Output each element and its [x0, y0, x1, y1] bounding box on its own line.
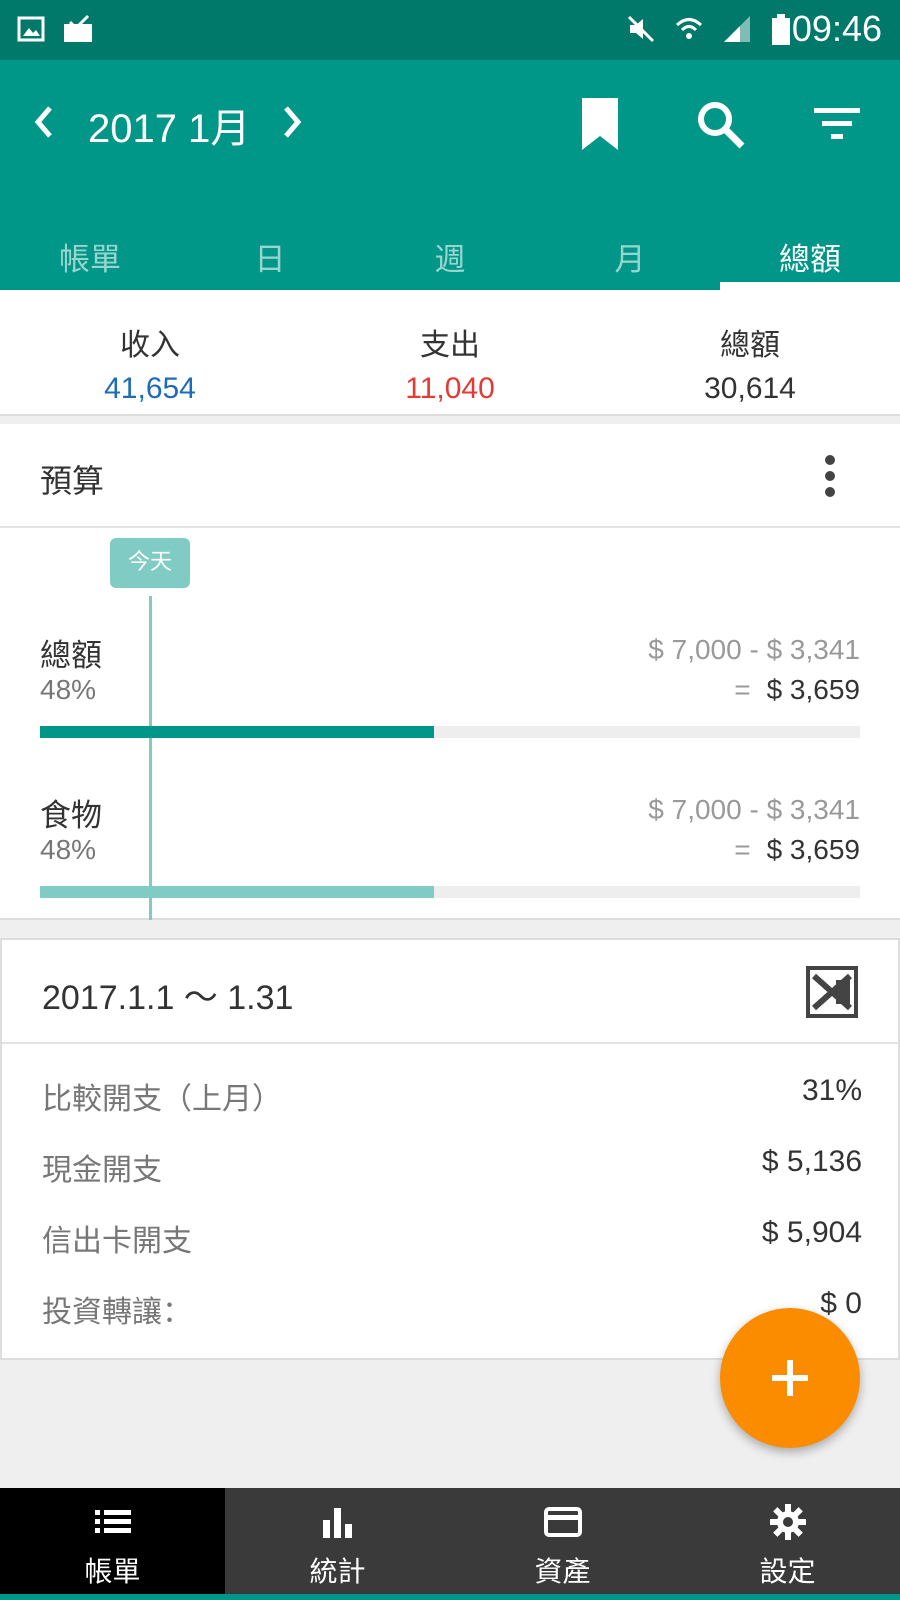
- budget-item-result: $ 3,659: [766, 834, 860, 865]
- nav-label: 設定: [759, 1555, 816, 1588]
- budget-item-percent: 48%: [40, 834, 97, 865]
- add-transaction-button[interactable]: [720, 1308, 860, 1448]
- tab-total[interactable]: 總額: [720, 230, 900, 292]
- budget-progress-track: [40, 726, 860, 738]
- today-badge: 今天: [110, 538, 190, 588]
- equals-sign: =: [734, 674, 751, 705]
- budget-item-name: 總額: [40, 638, 102, 674]
- budget-title: 預算: [40, 462, 105, 500]
- bar-chart-icon: [322, 1508, 352, 1538]
- nav-accent-strip: [225, 1594, 900, 1600]
- mail-check-icon: [62, 14, 92, 44]
- period-stats-card: 2017.1.1 ～ 1.31 比較開支（上月） 31% 現金開支 $ 5,13…: [0, 938, 900, 1360]
- tab-day[interactable]: 日: [180, 230, 360, 290]
- tab-week[interactable]: 週: [360, 230, 540, 290]
- nav-stats[interactable]: 統計: [225, 1488, 450, 1600]
- mute-icon: [626, 14, 656, 44]
- wifi-icon: [674, 14, 704, 44]
- status-bar: 09:46: [0, 0, 900, 60]
- budget-item-percent: 48%: [40, 674, 97, 705]
- tab-bar: 帳單 日 週 月 總額: [0, 230, 900, 292]
- budget-item-result-line: = $ 3,659: [734, 834, 860, 866]
- nav-settings[interactable]: 設定: [675, 1488, 900, 1600]
- nav-label: 資產: [534, 1555, 591, 1588]
- stat-value: 31%: [801, 1074, 862, 1107]
- stat-label: 現金開支: [42, 1153, 162, 1188]
- search-icon: [698, 102, 745, 149]
- budget-header: 預算: [0, 424, 900, 528]
- budget-progress-fill: [40, 726, 434, 738]
- summary-panel: 收入 41,654 支出 11,040 總額 30,614: [0, 290, 900, 416]
- gallery-icon: [16, 14, 46, 44]
- total-summary: 總額 30,614: [600, 290, 900, 414]
- list-icon: [94, 1510, 131, 1533]
- budget-progress-track: [40, 886, 860, 898]
- stat-value: $ 5,904: [761, 1216, 862, 1249]
- filter-icon: [814, 108, 860, 139]
- tab-bills[interactable]: 帳單: [0, 230, 180, 290]
- stat-row-cash: 現金開支 $ 5,136: [42, 1145, 862, 1188]
- nav-bills[interactable]: 帳單: [0, 1488, 225, 1600]
- bookmark-icon: [582, 98, 618, 150]
- bookmark-button[interactable]: [578, 96, 622, 152]
- expense-summary: 支出 11,040: [300, 290, 600, 414]
- budget-progress-fill: [40, 886, 434, 898]
- total-value: 30,614: [704, 372, 796, 405]
- stat-value: $ 5,136: [761, 1145, 862, 1178]
- card-icon: [543, 1507, 582, 1537]
- tab-month[interactable]: 月: [540, 230, 720, 290]
- clock: 09:46: [791, 8, 882, 49]
- export-excel-button[interactable]: [806, 966, 858, 1018]
- search-button[interactable]: [694, 98, 746, 150]
- stat-row-transfer: 投資轉讓： $ 0: [42, 1287, 862, 1330]
- budget-card: 預算 今天 總額 48% $ 7,000 - $ 3,341 = $ 3,659 …: [0, 424, 900, 920]
- budget-item-calc: $ 7,000 - $ 3,341: [648, 634, 860, 665]
- stat-label: 投資轉讓：: [42, 1295, 192, 1330]
- today-marker-line: [149, 596, 152, 920]
- period-header: 2017.1.1 ～ 1.31: [2, 940, 898, 1044]
- previous-month-button[interactable]: [26, 100, 66, 144]
- income-value: 41,654: [104, 372, 196, 405]
- month-title[interactable]: 2017 1月: [88, 96, 250, 154]
- chevron-left-icon: [34, 106, 52, 138]
- next-month-button[interactable]: [272, 100, 312, 144]
- nav-assets[interactable]: 資產: [450, 1488, 675, 1600]
- signal-icon: [722, 14, 752, 44]
- stat-label: 信出卡開支: [42, 1224, 192, 1259]
- income-label: 收入: [120, 328, 180, 363]
- equals-sign: =: [734, 834, 751, 865]
- income-summary: 收入 41,654: [0, 290, 300, 414]
- excel-icon: [806, 966, 858, 1018]
- more-options-button[interactable]: [820, 454, 840, 498]
- stat-label: 比較開支（上月）: [42, 1082, 282, 1117]
- expense-value: 11,040: [405, 372, 495, 405]
- period-range: 2017.1.1 ～ 1.31: [42, 979, 294, 1017]
- bottom-navigation: 帳單 統計 資產 設定: [0, 1488, 900, 1600]
- expense-label: 支出: [420, 328, 480, 363]
- stat-value: $ 0: [820, 1287, 862, 1320]
- budget-item-result: $ 3,659: [766, 674, 860, 705]
- app-bar: 2017 1月 帳單 日 週 月 總額: [0, 60, 900, 292]
- budget-item-calc: $ 7,000 - $ 3,341: [648, 794, 860, 825]
- filter-button[interactable]: [812, 102, 862, 146]
- plus-icon: [772, 1360, 808, 1396]
- budget-item-name: 食物: [40, 798, 102, 834]
- nav-label: 統計: [309, 1555, 366, 1588]
- total-label: 總額: [720, 328, 780, 363]
- budget-item-result-line: = $ 3,659: [734, 674, 860, 706]
- gear-icon: [769, 1504, 806, 1540]
- more-vert-icon: [825, 455, 835, 497]
- stat-row-compare: 比較開支（上月） 31%: [42, 1074, 862, 1117]
- nav-label: 帳單: [84, 1555, 141, 1588]
- chevron-right-icon: [284, 106, 302, 138]
- stat-row-card: 信出卡開支 $ 5,904: [42, 1216, 862, 1259]
